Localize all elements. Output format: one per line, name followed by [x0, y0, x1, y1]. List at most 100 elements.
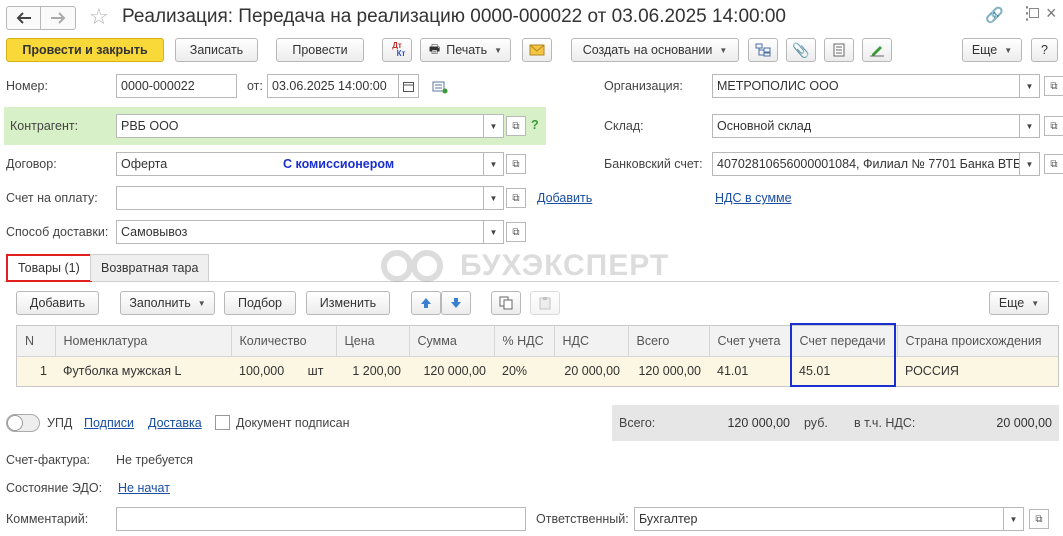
cell-account[interactable]: 41.01 [709, 356, 791, 386]
contract-open-button[interactable]: ⧉ [506, 154, 526, 174]
counterparty-dropdown[interactable]: ▼ [484, 114, 504, 138]
cell-country[interactable]: РОССИЯ [897, 356, 1058, 386]
bank-account-label: Банковский счет: [604, 157, 703, 171]
goods-table-container: N Номенклатура Количество Цена Сумма % Н… [16, 325, 1059, 387]
cell-quantity-unit: шт [307, 364, 324, 379]
more-button[interactable]: Еще ▼ [962, 38, 1022, 62]
organization-open-button[interactable]: ⧉ [1044, 76, 1063, 96]
delivery-link[interactable]: Доставка [148, 416, 202, 430]
delivery-method-open-button[interactable]: ⧉ [506, 222, 526, 242]
warehouse-open-button[interactable]: ⧉ [1044, 116, 1063, 136]
attach-button[interactable]: 📎 [786, 38, 816, 62]
cell-n[interactable]: 1 [17, 356, 55, 386]
counterparty-help-icon[interactable]: ? [531, 118, 539, 132]
responsible-open-button[interactable]: ⧉ [1029, 509, 1049, 529]
calendar-icon [403, 81, 414, 92]
cell-vat-rate[interactable]: 20% [494, 356, 554, 386]
payment-invoice-open-button[interactable]: ⧉ [506, 188, 526, 208]
tab-returnable-packaging[interactable]: Возвратная тара [90, 254, 210, 281]
column-header-price[interactable]: Цена [336, 326, 410, 357]
bank-account-open-button[interactable]: ⧉ [1044, 154, 1063, 174]
responsible-dropdown[interactable]: ▼ [1004, 507, 1024, 531]
delivery-method-dropdown[interactable]: ▼ [484, 220, 504, 244]
add-row-button[interactable]: Добавить [16, 291, 99, 315]
help-button[interactable]: ? [1031, 38, 1058, 62]
edo-status-link[interactable]: Не начат [118, 481, 170, 495]
list-button[interactable] [824, 38, 854, 62]
table-more-button[interactable]: Еще ▼ [989, 291, 1049, 315]
column-header-quantity[interactable]: Количество [231, 326, 337, 357]
change-button[interactable]: Изменить [306, 291, 390, 315]
column-header-transfer-account[interactable]: Счет передачи [791, 326, 898, 357]
cell-vat[interactable]: 20 000,00 [554, 356, 628, 386]
bank-account-dropdown[interactable]: ▼ [1020, 152, 1040, 176]
save-button[interactable]: Записать [175, 38, 258, 62]
payment-invoice-dropdown[interactable]: ▼ [484, 186, 504, 210]
column-header-vat-rate[interactable]: % НДС [494, 326, 555, 357]
counterparty-open-button[interactable]: ⧉ [506, 116, 526, 136]
payment-invoice-field[interactable] [116, 186, 484, 210]
contract-dropdown[interactable]: ▼ [484, 152, 504, 176]
create-based-button[interactable]: Создать на основании ▼ [571, 38, 739, 62]
column-header-nomenclature[interactable]: Номенклатура [55, 326, 232, 357]
favorite-star-icon[interactable]: ☆ [89, 4, 109, 30]
dt-kt-button[interactable]: Дт Кт [382, 38, 412, 62]
cell-transfer-account[interactable]: 45.01 [791, 356, 897, 386]
print-label: Печать [446, 43, 488, 57]
move-down-button[interactable] [441, 291, 471, 315]
doc-signed-checkbox[interactable] [215, 415, 230, 430]
comment-field[interactable] [116, 507, 526, 531]
cell-total[interactable]: 120 000,00 [628, 356, 709, 386]
cell-price[interactable]: 1 200,00 [336, 356, 409, 386]
post-and-close-button[interactable]: Провести и закрыть [6, 38, 164, 62]
arrow-right-icon [51, 12, 66, 24]
post-button[interactable]: Провести [276, 38, 364, 62]
column-header-account[interactable]: Счет учета [709, 326, 792, 357]
close-icon[interactable]: × [1046, 3, 1057, 24]
fill-button[interactable]: Заполнить ▼ [120, 291, 215, 315]
signatures-link[interactable]: Подписи [84, 416, 134, 430]
tab-goods[interactable]: Товары (1) [6, 254, 92, 282]
vat-in-sum-link[interactable]: НДС в сумме [715, 191, 792, 205]
email-button[interactable] [522, 38, 552, 62]
warehouse-dropdown[interactable]: ▼ [1020, 114, 1040, 138]
organization-field[interactable]: МЕТРОПОЛИС ООО [712, 74, 1020, 98]
forward-button[interactable] [41, 6, 76, 30]
cell-nomenclature[interactable]: Футболка мужская L [55, 356, 231, 386]
maximize-icon[interactable] [1029, 8, 1039, 18]
column-header-n[interactable]: N [17, 326, 56, 357]
column-header-total[interactable]: Всего [628, 326, 710, 357]
bank-account-field[interactable]: 40702810656000001084, Филиал № 7701 Банк… [712, 152, 1020, 176]
date-field[interactable]: 03.06.2025 14:00:00 [267, 74, 399, 98]
chevron-down-icon: ▼ [494, 45, 503, 55]
column-header-country[interactable]: Страна происхождения [897, 326, 1058, 357]
contract-field[interactable]: Оферта С комиссионером [116, 152, 484, 176]
paste-row-button[interactable] [530, 291, 560, 315]
number-field[interactable]: 0000-000022 [116, 74, 237, 98]
column-header-vat[interactable]: НДС [554, 326, 629, 357]
sign-button[interactable] [862, 38, 892, 62]
document-history-icon[interactable] [432, 80, 448, 97]
link-icon[interactable]: 🔗 [985, 6, 1004, 24]
counterparty-field[interactable]: РВБ ООО [116, 114, 484, 138]
select-button[interactable]: Подбор [224, 291, 296, 315]
organization-dropdown[interactable]: ▼ [1020, 74, 1040, 98]
calendar-button[interactable] [399, 74, 419, 98]
add-invoice-link[interactable]: Добавить [537, 191, 592, 205]
column-header-sum[interactable]: Сумма [409, 326, 495, 357]
back-button[interactable] [6, 6, 41, 30]
invoice-status-value: Не требуется [116, 453, 194, 467]
vat-incl-label: в т.ч. НДС: [854, 416, 916, 430]
cell-sum[interactable]: 120 000,00 [409, 356, 494, 386]
warehouse-field[interactable]: Основной склад [712, 114, 1020, 138]
cell-quantity[interactable]: 100,000 шт [231, 356, 336, 386]
move-up-button[interactable] [411, 291, 441, 315]
copy-row-button[interactable] [491, 291, 521, 315]
arrow-left-icon [16, 12, 31, 24]
delivery-method-field[interactable]: Самовывоз [116, 220, 484, 244]
table-row[interactable]: 1 Футболка мужская L 100,000 шт 1 200,00… [17, 356, 1058, 386]
structure-button[interactable] [748, 38, 778, 62]
upd-toggle[interactable] [6, 414, 40, 432]
print-button[interactable]: 🖶 Печать ▼ [420, 38, 511, 62]
responsible-field[interactable]: Бухгалтер [634, 507, 1004, 531]
